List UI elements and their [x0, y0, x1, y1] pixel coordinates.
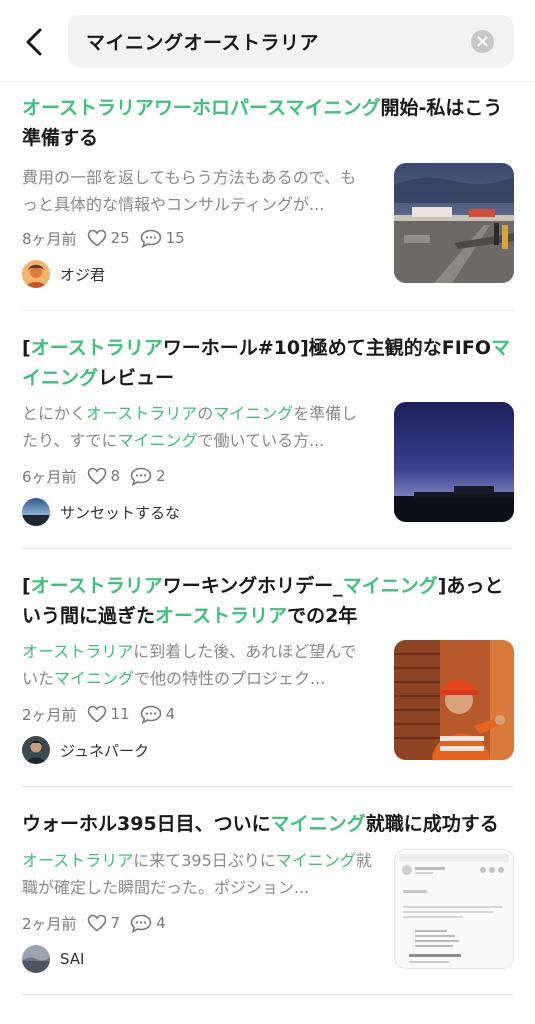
comment-count[interactable]: 4 — [130, 914, 166, 933]
person-avatar-icon — [22, 260, 50, 288]
highlighted-keyword: オーストラリア — [30, 575, 163, 597]
comment-icon — [130, 467, 152, 486]
mining-worker-photo[interactable] — [394, 640, 514, 760]
article-date: 8ヶ月前 — [22, 229, 77, 248]
comment-count-value: 4 — [156, 914, 166, 932]
comment-count-value: 15 — [165, 229, 185, 247]
like-count[interactable]: 8 — [87, 467, 121, 485]
article-title[interactable]: ウォーホル395日目、ついにマイニング就職に成功する — [22, 809, 514, 839]
text-segment: で働いている方... — [197, 431, 325, 450]
article-author[interactable]: SAI — [22, 944, 85, 974]
chevron-left-icon — [26, 28, 42, 56]
text-segment: レビュー — [98, 367, 175, 389]
article-meta: 6ヶ月前 8 2 — [22, 465, 176, 487]
article-title[interactable]: オーストラリアワーホロパースマイニング開始-私はこう準備する — [22, 93, 514, 153]
comment-count[interactable]: 2 — [130, 467, 166, 486]
text-segment: 費用の一部を返してもらう方法もあるので、もっと具体的な情報やコンサルティングが.… — [22, 168, 357, 214]
author-name: ジュネパーク — [60, 741, 149, 760]
highlighted-keyword: マイニング — [54, 669, 135, 688]
text-segment: の — [197, 404, 214, 423]
article-author[interactable]: ジュネパーク — [22, 735, 149, 765]
highlighted-keyword: オーストラリアワーホロパースマイニング — [22, 97, 381, 119]
article-meta: 8ヶ月前 25 15 — [22, 227, 195, 249]
text-segment: [ — [22, 337, 31, 359]
article-excerpt: とにかくオーストラリアのマイニングを準備したり、すでにマイニングで働いている方.… — [22, 400, 372, 455]
article-card[interactable]: ウォーホル395日目、ついにマイニング就職に成功する オーストラリアに来て395… — [0, 787, 535, 995]
comment-icon — [130, 914, 152, 933]
clear-search-button[interactable] — [471, 30, 494, 53]
text-segment: ワーホール#10]極めて主観的なFIFO — [162, 337, 491, 359]
article-excerpt: 費用の一部を返してもらう方法もあるので、もっと具体的な情報やコンサルティングが.… — [22, 164, 372, 219]
article-author[interactable]: オジ君 — [22, 259, 105, 289]
like-count-value: 8 — [110, 467, 121, 485]
article-card[interactable]: [オーストラリアワーキングホリデー_マイニング]あっという間に過ぎたオーストラリ… — [0, 549, 535, 787]
article-card[interactable]: [オーストラリアワーホール#10]極めて主観的なFIFOマイニングレビュー とに… — [0, 311, 535, 549]
text-segment: とにかく — [22, 404, 87, 423]
heart-icon — [87, 467, 106, 485]
highlighted-keyword: オーストラリア — [30, 337, 163, 359]
article-card[interactable]: オーストラリアワーホロパースマイニング開始-私はこう準備する 費用の一部を返して… — [0, 83, 535, 311]
text-segment: ワーキングホリデー_ — [162, 575, 343, 597]
text-segment: での2年 — [287, 605, 358, 627]
close-icon — [477, 36, 488, 47]
text-segment: ウォーホル395日目、ついに — [22, 813, 271, 835]
text-segment: [ — [22, 575, 31, 597]
comment-count-value: 4 — [165, 705, 176, 723]
author-name: サンセットするな — [60, 503, 181, 522]
highlighted-keyword: マイニング — [117, 431, 198, 450]
article-date: 6ヶ月前 — [22, 467, 77, 486]
search-query-text: マイニングオーストラリア — [86, 31, 320, 54]
highlighted-keyword: オーストラリア — [155, 605, 288, 627]
like-count[interactable]: 7 — [87, 914, 121, 932]
search-header: マイニングオーストラリア — [0, 0, 535, 82]
like-count[interactable]: 25 — [87, 229, 130, 247]
portrait-avatar-icon — [22, 736, 50, 764]
heart-icon — [87, 705, 106, 723]
heart-icon — [87, 914, 106, 932]
highlighted-keyword: マイニング — [275, 851, 356, 870]
article-meta: 2ヶ月前 11 4 — [22, 703, 185, 725]
like-count-value: 7 — [110, 914, 121, 932]
comment-count[interactable]: 4 — [140, 705, 176, 724]
text-segment: で他の特性のプロジェク... — [134, 669, 326, 688]
like-count-value: 25 — [110, 229, 130, 247]
airport-tarmac-photo[interactable] — [394, 163, 514, 283]
text-segment: に来て395日ぶりに — [133, 851, 276, 870]
highlighted-keyword: オーストラリア — [86, 404, 198, 423]
article-date: 2ヶ月前 — [22, 914, 77, 933]
text-segment: 就職に成功する — [365, 813, 499, 835]
search-input[interactable]: マイニングオーストラリア — [68, 15, 514, 67]
article-excerpt: オーストラリアに到着した後、あれほど望んでいたマイニングで他の特性のプロジェク.… — [22, 638, 372, 693]
highlighted-keyword: マイニング — [342, 575, 438, 597]
highlighted-keyword: オーストラリア — [22, 642, 134, 661]
comment-icon — [140, 705, 161, 724]
highlighted-keyword: マイニング — [213, 404, 294, 423]
like-count-value: 11 — [110, 705, 130, 723]
twilight-sky-photo[interactable] — [394, 402, 514, 522]
article-date: 2ヶ月前 — [22, 705, 77, 724]
article-excerpt: オーストラリアに来て395日ぶりにマイニング就職が確定した瞬間だった。ポジション… — [22, 847, 372, 902]
highlighted-keyword: マイニング — [270, 813, 366, 835]
back-button[interactable] — [14, 22, 54, 62]
article-author[interactable]: サンセットするな — [22, 497, 180, 527]
comment-count[interactable]: 15 — [140, 229, 185, 248]
author-name: SAI — [60, 950, 85, 968]
email-screenshot-photo[interactable] — [394, 849, 514, 969]
highlighted-keyword: オーストラリア — [22, 851, 134, 870]
sunset-avatar-icon — [22, 498, 50, 526]
article-title[interactable]: [オーストラリアワーホール#10]極めて主観的なFIFOマイニングレビュー — [22, 333, 514, 393]
article-title[interactable]: [オーストラリアワーキングホリデー_マイニング]あっという間に過ぎたオーストラリ… — [22, 571, 514, 631]
heart-icon — [87, 229, 106, 247]
comment-icon — [140, 229, 161, 248]
author-name: オジ君 — [60, 265, 106, 284]
article-meta: 2ヶ月前 7 4 — [22, 912, 176, 934]
comment-count-value: 2 — [156, 467, 166, 485]
like-count[interactable]: 11 — [87, 705, 130, 723]
divider — [22, 994, 513, 995]
landscape-avatar-icon — [22, 945, 50, 973]
